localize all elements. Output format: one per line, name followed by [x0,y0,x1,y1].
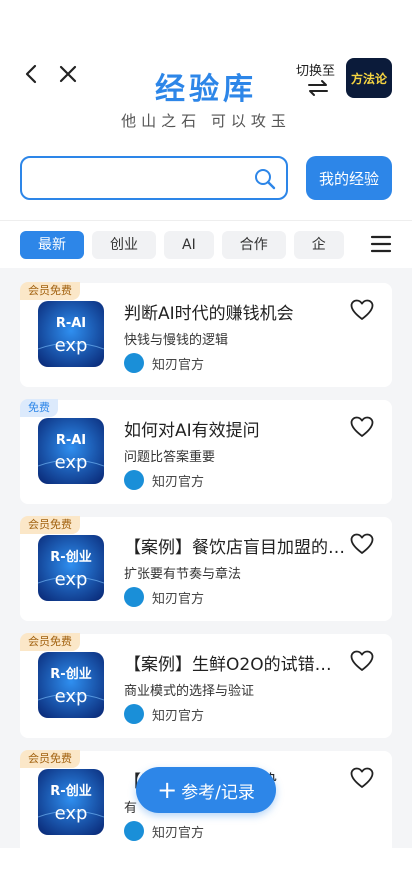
divider [0,220,412,221]
author-name: 知刃官方 [152,474,205,490]
card-title: 判断AI时代的赚钱机会 [124,304,294,324]
author: 知刃官方 [124,470,204,490]
svg-text:R-AI: R-AI [56,433,86,448]
author: 知刃官方 [124,587,204,607]
svg-text:R-创业: R-创业 [50,549,91,565]
svg-text:exp: exp [55,803,88,824]
heart-icon[interactable] [350,767,374,789]
list-item[interactable]: 会员免费 R-AI exp 判断AI时代的赚钱机会快钱与慢钱的逻辑 知刃官方 [20,282,392,387]
card-subtitle: 快钱与慢钱的逻辑 [124,333,229,348]
tab-cooperation[interactable]: 合作 [221,231,286,259]
svg-text:exp: exp [55,569,88,590]
course-thumbnail: R-AI exp [38,301,104,367]
tab-latest[interactable]: 最新 [20,231,84,259]
experience-list: 会员免费 R-AI exp 判断AI时代的赚钱机会 快钱与慢钱的逻辑 知刃官方 免费 R-A… [0,268,412,848]
menu-icon[interactable] [370,233,392,255]
author-name: 知刃官方 [152,357,205,373]
card-title: 如何对AI有效提问 [124,421,260,441]
plus-icon: + [157,776,178,804]
author-name: 知刃官方 [152,708,205,724]
card-subtitle: 有 [124,801,138,816]
search-input[interactable] [20,156,288,200]
course-thumbnail: R-AI exp [38,418,104,484]
card-subtitle: 扩张要有节奏与章法 [124,567,242,582]
course-thumbnail: R-创业 exp [38,769,104,835]
list-item[interactable]: 免费 R-AI exp 如何对AI有效提问问题比答案重要知刃官方 [20,399,392,504]
author: 知刃官方 [124,704,204,724]
category-tabs: 最新 创业 AI 合作企 [20,231,355,259]
author-logo-icon [124,587,144,607]
svg-text:exp: exp [55,686,88,707]
author-name: 知刃官方 [152,591,205,607]
header: 经验库 他山之石 可以攻玉 切换至 方法论 [0,0,412,140]
card-title: 【案例】生鲜O2O的试错经验 [124,655,346,675]
tab-startup[interactable]: 创业 [92,231,156,259]
course-thumbnail: R-创业 exp [38,652,104,718]
course-thumbnail: R-创业 exp [38,535,104,601]
author: 知刃官方 [124,353,204,373]
switch-arrows-icon[interactable] [306,78,330,98]
author-logo-icon [124,821,144,841]
card-subtitle: 问题比答案重要 [124,450,216,465]
price-badge: 会员免费 [20,750,80,768]
switch-label: 切换至 [296,64,336,79]
price-badge: 会员免费 [20,282,80,300]
price-badge: 会员免费 [20,633,80,651]
tab-enterprise[interactable]: 企 [293,231,344,259]
my-experience-button[interactable]: 我的经验 [306,156,392,200]
card-subtitle: 商业模式的选择与验证 [124,684,255,699]
author-logo-icon [124,470,144,490]
author-name: 知刃官方 [152,825,205,841]
tab-ai[interactable]: AI [164,231,214,259]
author: 知刃官方 [124,821,204,841]
svg-text:R-AI: R-AI [56,316,86,331]
card-title: 【案例】餐饮店盲目加盟的教训 [124,538,346,558]
add-record-label: 参考/记录 [181,782,255,803]
page-subtitle: 他山之石 可以攻玉 [121,112,291,130]
author-logo-icon [124,704,144,724]
price-badge: 会员免费 [20,516,80,534]
heart-icon[interactable] [350,299,374,321]
heart-icon[interactable] [350,533,374,555]
add-record-button[interactable]: + 参考/记录 [136,767,276,813]
heart-icon[interactable] [350,416,374,438]
heart-icon[interactable] [350,650,374,672]
svg-text:exp: exp [55,335,88,356]
svg-text:R-创业: R-创业 [50,783,91,799]
svg-text:exp: exp [55,452,88,473]
search-icon[interactable] [254,168,276,190]
author-logo-icon [124,353,144,373]
price-badge: 免费 [20,399,58,417]
method-switch-button[interactable]: 方法论 [346,58,392,98]
list-item[interactable]: 会员免费 R-创业 exp 【案例】生鲜O2O的试错经验商业模式的选择与验证知刃官方 [20,633,392,738]
svg-text:R-创业: R-创业 [50,666,91,682]
list-item[interactable]: 会员免费 R-创业 exp 【案例】餐饮店盲目加盟的教训扩张要有节奏与章法知刃官方 [20,516,392,621]
